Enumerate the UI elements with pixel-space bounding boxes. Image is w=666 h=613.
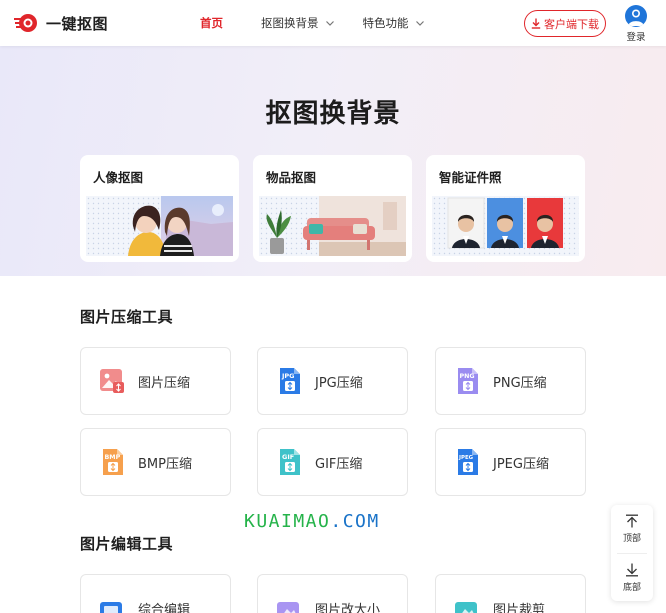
- gif-file-icon: GIF: [280, 449, 300, 475]
- jpeg-badge: JPEG: [458, 455, 474, 461]
- tool-resize-label: 图片改大小: [315, 602, 381, 613]
- download-icon: [531, 18, 541, 29]
- watermark-text-a: KUAIMAO: [244, 511, 331, 532]
- nav-cutout-label: 抠图换背景: [261, 16, 319, 30]
- tool-gif-compress[interactable]: GIF GIF压缩: [257, 428, 408, 496]
- resize-icon: [277, 602, 299, 613]
- arrow-up-icon: [626, 514, 638, 528]
- tool-bmp-compress-label: BMP压缩: [138, 456, 192, 472]
- portrait-cutout-image: [86, 196, 233, 256]
- png-file-icon: PNG: [458, 368, 478, 394]
- logo-text: 一键抠图: [46, 14, 109, 33]
- bmp-badge: BMP: [105, 454, 121, 461]
- png-badge: PNG: [460, 373, 475, 380]
- main-nav: 首页 抠图换背景 特色功能: [190, 0, 453, 46]
- scroll-float-bar: 顶部 底部: [611, 505, 653, 601]
- tool-png-compress-label: PNG压缩: [493, 375, 547, 391]
- nav-features-label: 特色功能: [362, 16, 409, 30]
- tool-jpg-compress[interactable]: JPG JPG压缩: [257, 347, 408, 415]
- tool-jpg-compress-label: JPG压缩: [315, 375, 363, 391]
- nav-home-label: 首页: [200, 16, 223, 30]
- logo-icon: [14, 14, 37, 32]
- tool-jpeg-compress-label: JPEG压缩: [493, 456, 549, 472]
- site-watermark: KUAIMAO.COM: [244, 511, 380, 532]
- avatar: [625, 5, 647, 27]
- back-to-top-button[interactable]: 顶部: [611, 505, 653, 553]
- edit-section-title: 图片编辑工具: [80, 535, 174, 553]
- id-photo-title: 智能证件照: [439, 170, 502, 185]
- logo[interactable]: 一键抠图: [14, 12, 108, 34]
- client-download-button[interactable]: 客户端下载: [524, 10, 606, 37]
- hero-banner: 抠图换背景 人像抠图 物品抠图 智能证件照: [0, 46, 666, 276]
- go-to-bottom-button[interactable]: 底部: [611, 554, 653, 602]
- tool-general-edit-label: 综合编辑: [138, 602, 191, 613]
- portrait-cutout-title: 人像抠图: [93, 170, 144, 185]
- tool-jpeg-compress[interactable]: JPEG JPEG压缩: [435, 428, 586, 496]
- compress-section-title: 图片压缩工具: [80, 308, 174, 326]
- nav-features[interactable]: 特色功能: [363, 15, 425, 31]
- tool-crop-label: 图片裁剪: [493, 602, 546, 613]
- tool-image-compress[interactable]: 图片压缩: [80, 347, 231, 415]
- watermark-text-b: .COM: [330, 511, 380, 532]
- id-photo-card[interactable]: 智能证件照: [426, 155, 585, 262]
- login-button[interactable]: 登录: [622, 5, 650, 43]
- back-to-top-label: 顶部: [622, 534, 641, 544]
- top-header: 一键抠图 首页 抠图换背景 特色功能 客户端下载 登录: [0, 0, 666, 46]
- nav-cutout-background[interactable]: 抠图换背景: [261, 15, 335, 31]
- tool-resize[interactable]: 图片改大小: [257, 574, 408, 613]
- tool-general-edit[interactable]: 综合编辑: [80, 574, 231, 613]
- gif-badge: GIF: [282, 453, 294, 461]
- portrait-cutout-card[interactable]: 人像抠图: [80, 155, 239, 262]
- jpg-file-icon: JPG: [280, 368, 300, 394]
- object-cutout-card[interactable]: 物品抠图: [253, 155, 412, 262]
- login-label: 登录: [626, 32, 646, 43]
- image-compress-icon: [100, 369, 124, 393]
- crop-icon: [455, 602, 477, 613]
- jpg-badge: JPG: [281, 372, 295, 380]
- tool-gif-compress-label: GIF压缩: [315, 456, 363, 472]
- object-cutout-image: [259, 196, 406, 256]
- jpeg-file-icon: JPEG: [458, 449, 478, 475]
- tool-png-compress[interactable]: PNG PNG压缩: [435, 347, 586, 415]
- tool-crop[interactable]: 图片裁剪: [435, 574, 586, 613]
- arrow-down-icon: [626, 563, 638, 577]
- object-cutout-title: 物品抠图: [266, 170, 317, 185]
- id-photo-image: [432, 196, 579, 256]
- chevron-down-icon: [325, 21, 334, 26]
- edit-icon: [100, 602, 122, 613]
- bmp-file-icon: BMP: [103, 449, 123, 475]
- nav-home[interactable]: 首页: [200, 15, 223, 31]
- hero-title: 抠图换背景: [265, 99, 401, 129]
- user-icon: [628, 9, 644, 26]
- chevron-down-icon: [415, 21, 424, 26]
- tool-image-compress-label: 图片压缩: [138, 375, 191, 391]
- client-download-label: 客户端下载: [544, 17, 599, 31]
- go-to-bottom-label: 底部: [622, 583, 641, 593]
- tool-bmp-compress[interactable]: BMP BMP压缩: [80, 428, 231, 496]
